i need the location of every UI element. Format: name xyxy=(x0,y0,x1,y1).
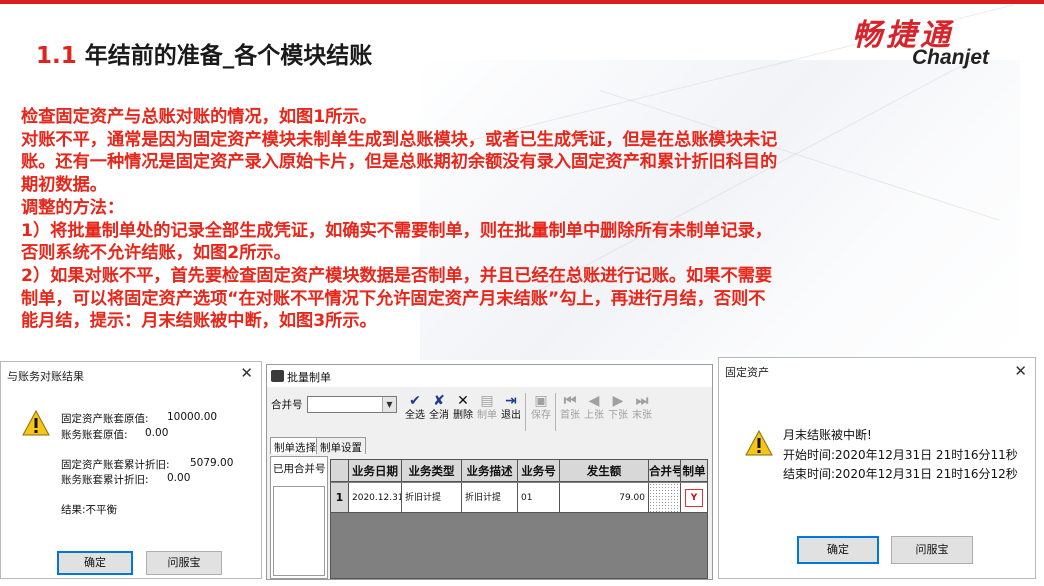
paragraph-line: 2）如果对账不平，首先要检查固定资产模块数据是否制单，并且已经在总账进行记账。如… xyxy=(21,265,773,286)
reconciliation-dialog: 与账务对账结果 ✕ 固定资产账套原值: 10000.00 账务账套原值: 0.0… xyxy=(0,361,262,579)
business-type-cell[interactable]: 折旧计提 xyxy=(402,483,462,513)
dialog-title: 与账务对账结果 xyxy=(7,370,84,383)
voucher-flag[interactable]: Y xyxy=(685,489,703,507)
paragraph-line: 账。还有一种情况是固定资产录入原始卡片，但是总账期初余额没有录入固定资产和累计折… xyxy=(21,152,778,173)
end-time-text: 结束时间:2020年12月31日 21时16分12秒 xyxy=(783,467,1018,481)
paragraph-line: 对账不平，通常是因为固定资产模块未制单生成到总账模块，或者已生成凭证，但是在总账… xyxy=(21,129,778,150)
ledger-value-label: 账务账套原值: xyxy=(61,429,128,441)
used-merge-list[interactable] xyxy=(273,486,325,576)
business-date-cell[interactable]: 2020.12.31 xyxy=(349,483,402,513)
app-icon xyxy=(271,370,284,382)
column-header[interactable]: 发生额 xyxy=(560,460,649,482)
save-icon: ▣ xyxy=(534,393,548,409)
warning-icon xyxy=(745,430,773,456)
voucher-flag-cell[interactable]: Y xyxy=(681,483,708,513)
column-header[interactable]: 业务类型 xyxy=(402,460,462,482)
first-icon: ⏮ xyxy=(563,393,577,409)
used-merge-panel: 已用合并号 xyxy=(270,456,328,579)
tab-voucher-settings[interactable]: 制单设置 xyxy=(316,437,366,454)
check-icon: ✔ xyxy=(409,393,421,409)
start-time-text: 开始时间:2020年12月31日 21时16分11秒 xyxy=(783,448,1018,462)
column-header[interactable]: 业务号 xyxy=(518,460,560,482)
paragraph-line: 1）将批量制单处的记录全部生成凭证，如确实不需要制单，则在批量制单中删除所有未制… xyxy=(21,220,773,241)
column-header[interactable]: 制单 xyxy=(681,460,708,482)
column-header xyxy=(331,460,349,482)
help-button[interactable]: 问服宝 xyxy=(146,551,222,575)
slide-title: 1.1 年结前的准备_各个模块结账 xyxy=(36,36,372,70)
close-icon[interactable]: ✕ xyxy=(240,366,253,381)
previous-icon: ◀ xyxy=(588,393,600,409)
business-desc-cell[interactable]: 折旧计提 xyxy=(462,483,518,513)
close-icon[interactable]: ✕ xyxy=(1014,364,1027,379)
amount-cell[interactable]: 79.00 xyxy=(560,483,649,513)
result-text: 结果:不平衡 xyxy=(61,504,118,516)
warning-icon xyxy=(22,410,50,436)
paragraph-line: 制单，可以将固定资产选项“在对账不平情况下允许固定资产月末结账”勾上，再进行月结… xyxy=(21,288,766,309)
row-number: 1 xyxy=(331,483,349,513)
voucher-grid: 业务日期 业务类型 业务描述 业务号 发生额 合并号 制单 1 2020.12.… xyxy=(330,459,708,579)
ledger-value: 0.00 xyxy=(145,427,169,439)
logo-english: Chanjet xyxy=(912,46,990,69)
ok-button[interactable]: 确定 xyxy=(57,551,133,575)
merge-number-label: 合并号 xyxy=(271,399,303,411)
next-icon: ▶ xyxy=(612,393,624,409)
paragraph-line: 调整的方法： xyxy=(21,197,125,218)
ledger-depreciation-value: 0.00 xyxy=(167,472,191,484)
merge-number-cell[interactable] xyxy=(649,483,681,513)
column-header[interactable]: 合并号 xyxy=(649,460,681,482)
month-end-dialog: 固定资产 ✕ 月末结账被中断! 开始时间:2020年12月31日 21时16分1… xyxy=(718,357,1036,579)
title-number: 1.1 xyxy=(36,43,77,69)
title-text: 年结前的准备_各个模块结账 xyxy=(84,43,373,69)
message-text: 月末结账被中断! xyxy=(783,428,872,442)
column-header[interactable]: 业务日期 xyxy=(349,460,402,482)
paragraph-line: 期初数据。 xyxy=(21,175,107,196)
help-button[interactable]: 问服宝 xyxy=(891,536,973,564)
paragraph-line: 检查固定资产与总账对账的情况，如图1所示。 xyxy=(21,107,377,127)
tool-label: 末张 xyxy=(632,410,652,421)
depreciation-label: 固定资产账套累计折旧: xyxy=(61,459,170,471)
last-icon: ⏭ xyxy=(635,393,649,409)
tab-voucher-select[interactable]: 制单选择 xyxy=(270,437,320,454)
batch-voucher-window: 批量制单 合并号 ▼ ✔ 全选 ✘ 全消 ✕ 删除 ▤ 制单 ⇥ 退出 ▣ 保存… xyxy=(266,364,713,580)
uncheck-icon: ✘ xyxy=(433,393,445,409)
merge-number-select[interactable]: ▼ xyxy=(307,396,397,413)
original-value-label: 固定资产账套原值: xyxy=(61,413,149,425)
voucher-icon: ▤ xyxy=(480,393,494,409)
paragraph-line: 否则系统不允许结账，如图2所示。 xyxy=(21,243,291,264)
paragraph-line: 能月结，提示：月末结账被中断，如图3所示。 xyxy=(21,311,377,332)
original-value: 10000.00 xyxy=(167,411,218,423)
business-number-cell[interactable]: 01 xyxy=(518,483,560,513)
depreciation-value: 5079.00 xyxy=(190,457,234,469)
top-accent-bar xyxy=(0,0,1044,4)
used-merge-label: 已用合并号 xyxy=(273,463,326,475)
column-header[interactable]: 业务描述 xyxy=(462,460,518,482)
exit-button[interactable]: ⇥ 退出 xyxy=(500,392,522,432)
save-button[interactable]: ▣ 保存 xyxy=(530,392,552,432)
last-button[interactable]: ⏭ 末张 xyxy=(631,392,653,432)
ok-button[interactable]: 确定 xyxy=(797,536,879,564)
ledger-depreciation-label: 账务账套累计折旧: xyxy=(61,474,149,486)
tool-label: 退出 xyxy=(501,410,521,421)
chevron-down-icon[interactable]: ▼ xyxy=(382,397,396,412)
chanjet-logo: 畅捷通 Chanjet xyxy=(852,10,1032,72)
exit-icon: ⇥ xyxy=(505,393,517,409)
body-text: 检查固定资产与总账对账的情况，如图1所示。 对账不平，通常是因为固定资产模块未制… xyxy=(21,106,921,333)
window-title: 批量制单 xyxy=(267,365,712,387)
dialog-title: 固定资产 xyxy=(725,366,769,379)
window-title-text: 批量制单 xyxy=(287,371,331,384)
delete-icon: ✕ xyxy=(457,393,469,409)
